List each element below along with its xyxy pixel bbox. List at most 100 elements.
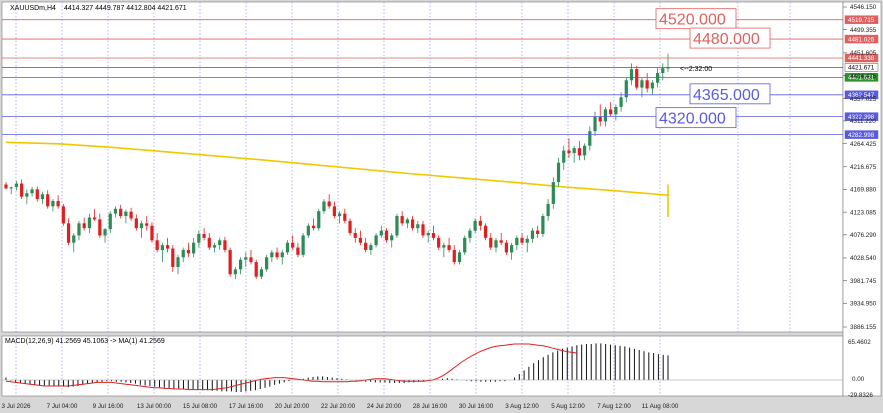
candle-body [176,257,180,267]
candle-body [66,223,71,243]
candle-body [515,237,519,246]
candle-body [20,183,24,197]
candle-body [374,235,378,246]
x-tick-label: 3 Aug 12:00 [505,403,539,410]
price-chart[interactable]: 4519.7154520.0004481.0254480.0004441.338… [0,0,883,413]
candle-body [25,193,29,197]
candle-body [275,252,279,258]
candle-body [285,242,290,253]
price-level-tag: 4421.671 [848,65,875,72]
candle-body [218,240,222,246]
y-tick-label: 3981.745 [850,278,877,285]
macd-axis-min: -29.8326 [848,392,873,399]
candle-body [165,245,170,249]
x-tick-label: 3 Jul 2026 [1,403,31,410]
x-axis-ticks: 3 Jul 2026 7 Jul 04:00 9 Jul 16:00 13 Jul 0… [1,403,678,410]
candle-body [259,269,264,277]
x-tick-label: 17 Jul 16:00 [229,403,264,410]
candle-body [421,224,425,236]
candle-body [405,219,409,224]
candle-body [192,242,196,254]
y-tick-label: 4264.425 [850,141,877,148]
macd-area [1,335,844,397]
candle-body [463,237,467,253]
candle-body [197,233,201,243]
x-tick-label: 13 Jul 00:00 [137,403,172,410]
x-tick-label: 7 Aug 12:00 [597,403,631,410]
candle-body [489,237,493,248]
candle-body [395,216,399,236]
x-tick-label: 11 Aug 08:00 [642,403,679,410]
price-level-tag: 4282.998 [848,132,875,139]
candle-body [358,237,363,243]
x-tick-label: 5 Aug 12:00 [551,403,585,410]
candle-body [207,237,211,248]
y-tick-label: 4546.150 [850,4,877,11]
macd-axis-zero: 0.00 [852,376,865,383]
candle-body [567,150,571,154]
candle-body [202,233,206,238]
price-level-label: 4320.000 [659,111,726,128]
candle-body [343,213,347,221]
candle-body [244,257,248,260]
candle-body [171,248,175,267]
price-level-label: 4365.000 [693,87,760,104]
macd-axis-max: 65.4602 [848,339,871,346]
candle-body [609,109,613,115]
candle-body [369,245,373,250]
candle-body [108,213,112,230]
x-tick-label: 30 Jul 16:00 [459,403,494,410]
y-tick-label: 3886.155 [850,324,877,331]
candle-body [249,257,253,263]
candle-body [546,203,550,217]
candle-body [536,230,540,234]
candle-body [655,73,660,83]
x-tick-label: 28 Jul 16:00 [413,403,448,410]
candle-body [4,184,8,189]
candle-body [301,235,305,255]
candle-body [400,216,404,224]
candle-body [525,238,529,243]
candle-body [483,225,488,238]
candle-body [650,82,654,89]
countdown-label: <--2:32:00 [680,66,712,73]
candle-body [384,230,389,241]
candle-body [139,223,144,229]
candle-body [77,223,81,236]
candle-body [145,223,149,226]
candle-body [155,240,159,250]
candle-body [645,80,649,89]
candle-body [416,224,420,229]
candle-body [614,106,618,115]
x-tick-label: 15 Jul 08:00 [183,403,218,410]
candle-body [103,229,107,236]
candle-body [228,249,232,275]
candle-body [635,69,639,88]
candle-body [510,245,514,253]
candle-body [61,206,65,224]
chart-window: 4519.715 4520.000 4481.025 4480.000 4441.338… [0,0,883,413]
y-tick-label: 4028.540 [850,255,877,262]
y-tick-label: 4451.605 [850,50,877,57]
candle-body [478,220,482,226]
candle-body [353,233,357,238]
x-tick-label: 24 Jul 20:00 [367,403,402,410]
price-level-label: 4480.000 [693,31,760,48]
y-tick-label: 4216.675 [850,164,877,171]
candle-body [119,208,123,217]
candle-body [562,150,566,163]
candle-body [92,217,97,220]
candle-body [124,211,128,217]
y-tick-label: 4169.880 [850,187,877,194]
candle-body [270,252,274,258]
candle-body [619,97,623,107]
candle-body [494,240,498,248]
y-tick-label: 4076.290 [850,232,877,239]
candle-body [530,230,535,239]
candle-body [30,189,34,194]
candle-body [35,189,39,200]
candle-body [223,240,227,250]
candle-body [348,220,352,234]
candle-body [447,245,451,250]
candle-body [442,245,446,248]
